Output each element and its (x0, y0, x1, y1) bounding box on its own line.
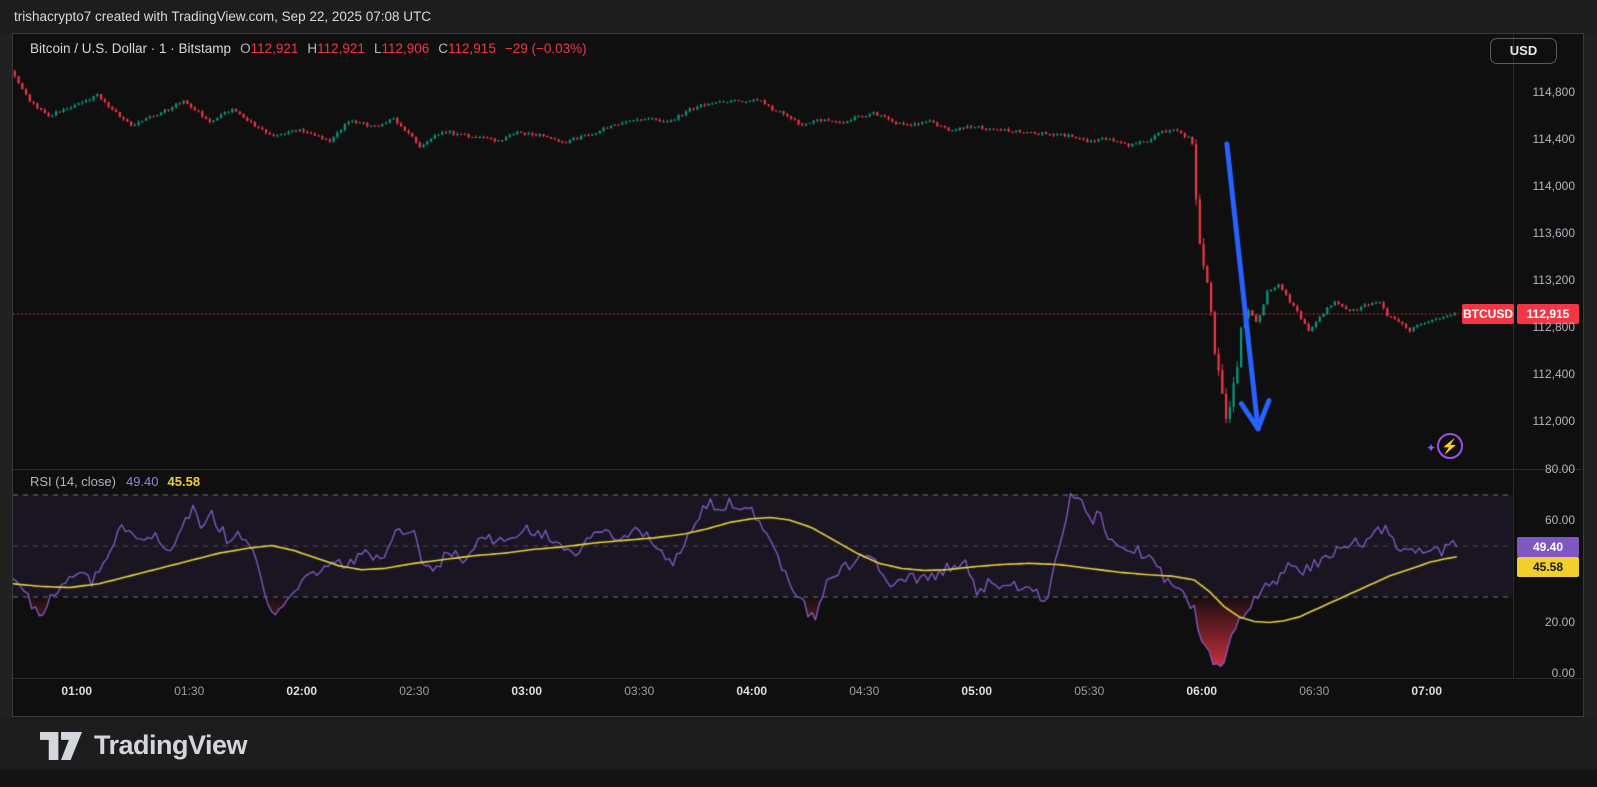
rsi-axis-label: 0.00 (1495, 666, 1575, 680)
footer-strip (0, 770, 1597, 787)
time-axis-label: 06:30 (1289, 684, 1339, 698)
rsi-axis-label: 20.00 (1495, 615, 1575, 629)
rsi-ma-value: 45.58 (168, 474, 201, 489)
rsi-value: 49.40 (126, 474, 159, 489)
price-axis-label: 114,800 (1495, 85, 1575, 99)
rsi-axis-label: 60.00 (1495, 513, 1575, 527)
pane-divider (13, 469, 1585, 470)
price-chart-canvas[interactable] (13, 34, 1585, 718)
price-axis-label: 114,000 (1495, 179, 1575, 193)
sparkle-icon: ✦ (1426, 441, 1436, 455)
chart-widget: Bitcoin / U.S. Dollar · 1 · BitstampO112… (12, 33, 1584, 717)
ohlc-value: 112,921 (317, 41, 365, 56)
ohlc-values: O112,921H112,921L112,906C112,915 (231, 41, 496, 56)
time-axis-label: 03:00 (502, 684, 552, 698)
symbol-legend: Bitcoin / U.S. Dollar · 1 · BitstampO112… (30, 41, 587, 56)
time-axis-label: 04:00 (727, 684, 777, 698)
time-axis-label: 07:00 (1402, 684, 1452, 698)
tradingview-logo-mark (40, 732, 82, 760)
time-axis-label: 05:30 (1064, 684, 1114, 698)
lightning-icon[interactable]: ⚡ (1437, 433, 1463, 459)
ohlc-value: 112,915 (448, 41, 496, 56)
time-axis-label: 04:30 (839, 684, 889, 698)
ohlc-label: O (240, 41, 251, 56)
change-value: −29 (−0.03%) (505, 41, 587, 56)
price-axis[interactable] (1513, 34, 1585, 678)
price-axis-label: 112,800 (1495, 320, 1575, 334)
ohlc-value: 112,906 (381, 41, 429, 56)
time-axis-label: 01:30 (164, 684, 214, 698)
price-axis-label: 114,400 (1495, 132, 1575, 146)
price-axis-label: 113,600 (1495, 226, 1575, 240)
time-axis-label: 02:30 (389, 684, 439, 698)
price-axis-label: 112,000 (1495, 414, 1575, 428)
tradingview-brand-text: TradingView (94, 730, 247, 761)
ohlc-label: H (307, 41, 317, 56)
attribution-bar: trishacrypto7 created with TradingView.c… (0, 0, 1597, 33)
time-axis-label: 01:00 (52, 684, 102, 698)
ohlc-label: C (438, 41, 448, 56)
ohlc-value: 112,921 (251, 41, 299, 56)
rsi-axis-label: 80.00 (1495, 462, 1575, 476)
rsi-value-badge: 49.40 (1517, 537, 1579, 557)
time-axis-label: 03:30 (614, 684, 664, 698)
time-axis-label: 02:00 (277, 684, 327, 698)
rsi-ma-value-badge: 45.58 (1517, 557, 1579, 577)
time-axis-label: 06:00 (1177, 684, 1227, 698)
time-axis-label: 05:00 (952, 684, 1002, 698)
symbol-title: Bitcoin / U.S. Dollar · 1 · Bitstamp (30, 41, 231, 56)
tradingview-logo[interactable]: TradingView (40, 730, 247, 761)
rsi-title: RSI (14, close) (30, 474, 116, 489)
rsi-legend: RSI (14, close) 49.40 45.58 (30, 474, 200, 489)
price-axis-label: 113,200 (1495, 273, 1575, 287)
price-axis-label: 112,400 (1495, 367, 1575, 381)
